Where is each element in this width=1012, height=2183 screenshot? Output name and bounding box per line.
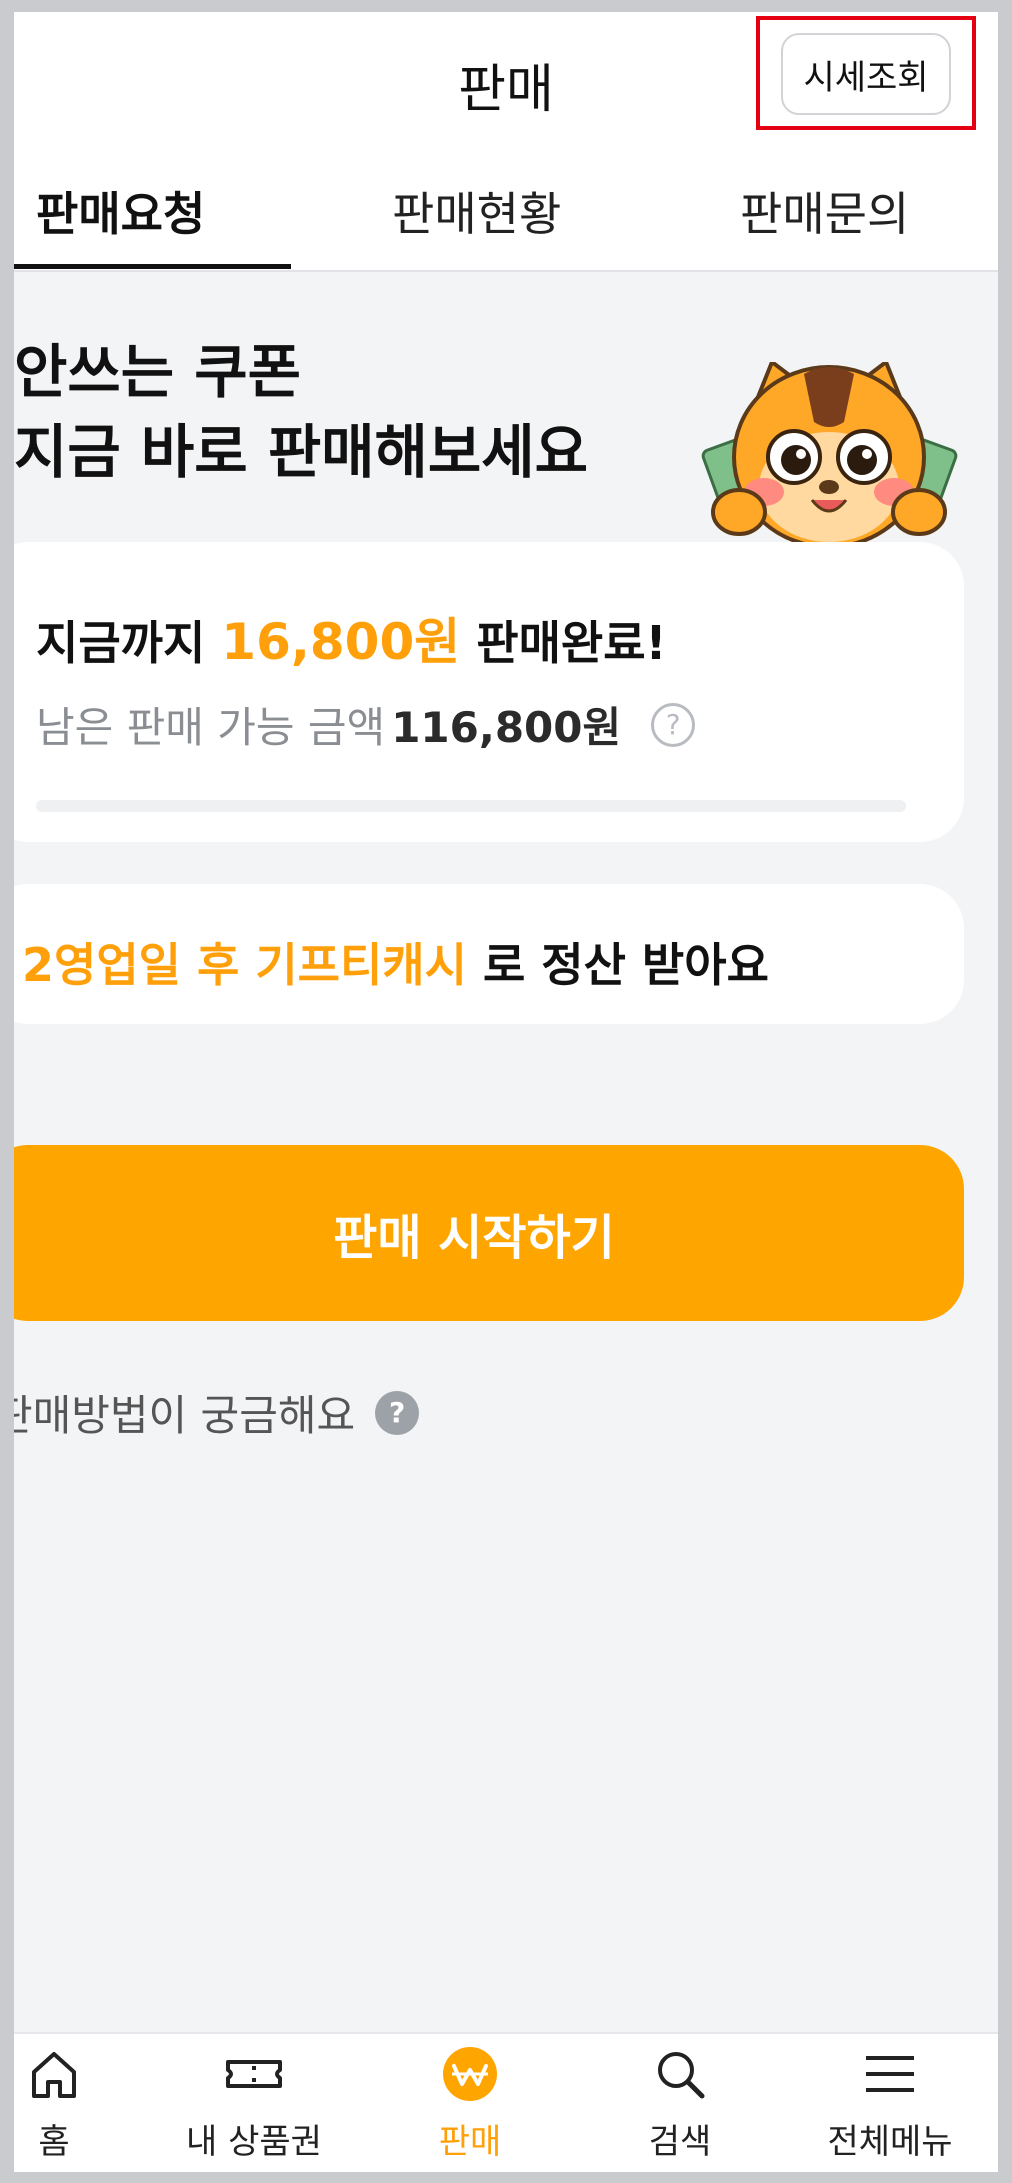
sold-suffix: 판매완료! (476, 616, 667, 670)
nav-home-label: 홈 (38, 2122, 70, 2162)
question-icon[interactable]: ? (651, 702, 696, 747)
hero-line-1: 안쓰는 쿠폰 (14, 338, 301, 406)
nav-all-menu[interactable]: 전체메뉴 (800, 2044, 980, 2163)
start-selling-button[interactable]: 판매 시작하기 (14, 1145, 964, 1321)
remaining-label: 남은 판매 가능 금액 (36, 703, 386, 752)
remaining-line: 남은 판매 가능 금액 116,800원 ? (36, 694, 696, 755)
search-icon (658, 2052, 705, 2099)
question-icon: ? (375, 1390, 420, 1435)
hero-heading: 안쓰는 쿠폰 지금 바로 판매해보세요 (14, 332, 588, 492)
bottom-navigation: 홈 내 상품권 판매 검색 전체메뉴 (14, 2032, 998, 2172)
nav-search-label: 검색 (648, 2122, 712, 2162)
sold-prefix: 지금까지 (36, 616, 206, 670)
how-to-sell-label: 판매방법이 궁금해요 (14, 1391, 356, 1440)
sales-summary-card: 지금까지 16,800원 판매완료! 남은 판매 가능 금액 116,800원 … (14, 542, 964, 842)
nav-sell-label: 판매 (438, 2122, 502, 2162)
home-icon (32, 2052, 76, 2098)
won-icon (443, 2047, 497, 2101)
active-tab-indicator (14, 264, 291, 269)
remaining-progress-bar (36, 800, 906, 812)
device-frame: 판매 시세조회 판매요청 판매현황 판매문의 안쓰는 쿠폰 지금 바로 판매해보… (0, 0, 1012, 2183)
sold-total-line: 지금까지 16,800원 판매완료! (36, 602, 667, 674)
settlement-highlight: 2영업일 후 기프티캐시 (22, 938, 467, 992)
highlight-box (756, 16, 976, 130)
tab-sell-status[interactable]: 판매현황 (392, 178, 561, 244)
how-to-sell-link[interactable]: 판매방법이 궁금해요 ? (14, 1382, 420, 1443)
ticket-icon (226, 2060, 282, 2088)
tab-bar: 판매요청 판매현황 판매문의 (14, 142, 998, 272)
mascot-illustration (701, 362, 958, 549)
app-screen: 판매 시세조회 판매요청 판매현황 판매문의 안쓰는 쿠폰 지금 바로 판매해보… (14, 12, 998, 2172)
app-header: 판매 시세조회 (14, 12, 998, 142)
settlement-rest: 로 정산 받아요 (482, 938, 769, 992)
tab-sell-request[interactable]: 판매요청 (36, 178, 205, 244)
settlement-text: 2영업일 후 기프티캐시 로 정산 받아요 (22, 929, 769, 995)
nav-all-menu-label: 전체메뉴 (827, 2122, 953, 2162)
nav-my-giftcards[interactable]: 내 상품권 (164, 2044, 344, 2163)
menu-icon (866, 2056, 914, 2092)
sold-amount: 16,800원 (221, 613, 461, 671)
nav-search[interactable]: 검색 (590, 2044, 770, 2163)
nav-home[interactable]: 홈 (14, 2044, 144, 2163)
settlement-info-card: 2영업일 후 기프티캐시 로 정산 받아요 (14, 884, 964, 1024)
remaining-amount: 116,800원 (391, 703, 622, 752)
nav-sell[interactable]: 판매 (380, 2044, 560, 2163)
tab-sell-inquiry[interactable]: 판매문의 (740, 178, 909, 244)
nav-my-giftcards-label: 내 상품권 (186, 2122, 322, 2162)
hero-line-2: 지금 바로 판매해보세요 (14, 418, 588, 486)
